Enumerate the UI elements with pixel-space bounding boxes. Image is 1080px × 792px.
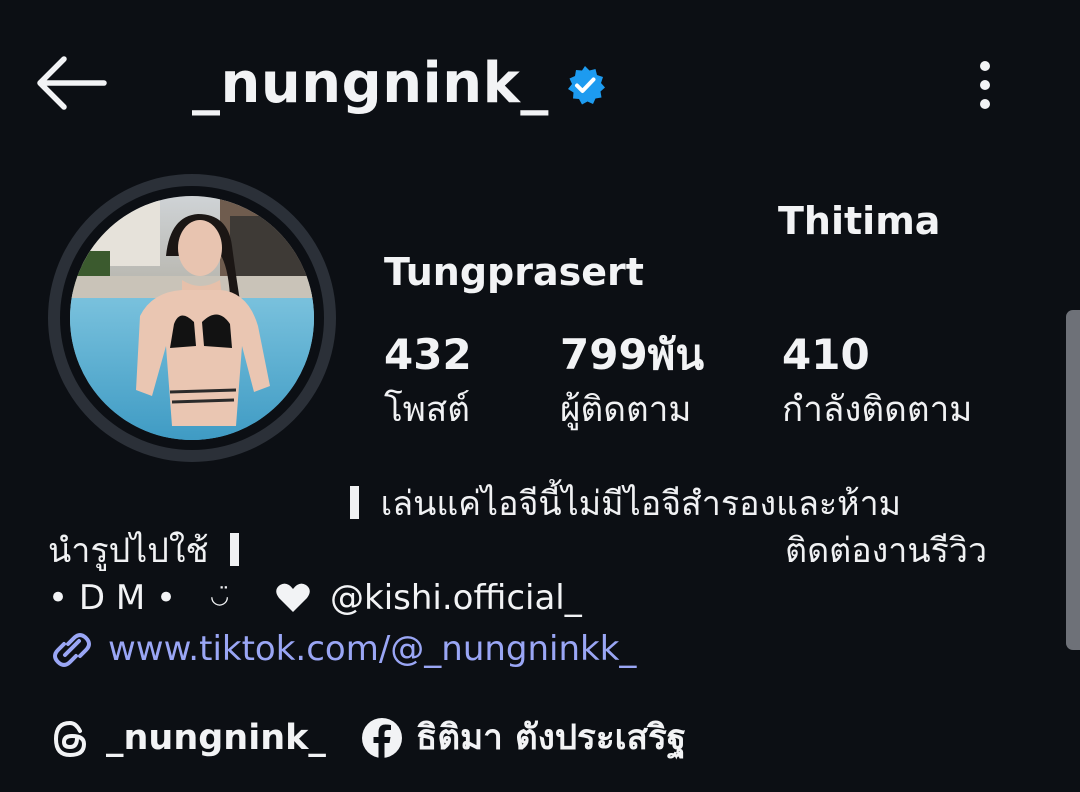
heart-icon [275, 582, 311, 614]
followers-count: 799พัน [560, 330, 705, 379]
full-name-first: Thitima [778, 199, 941, 243]
profile-avatar[interactable] [70, 196, 314, 440]
posts-label: โพสต์ [384, 390, 470, 430]
scrollbar[interactable] [1066, 310, 1080, 650]
facebook-icon[interactable] [360, 716, 404, 760]
following-count: 410 [782, 330, 870, 379]
posts-count: 432 [384, 330, 472, 379]
bio-line-2: นำรูปไปใช้ [48, 529, 240, 573]
followers-stat[interactable]: 799พัน ผู้ติดตาม [560, 330, 704, 432]
posts-stat[interactable]: 432 โพสต์ [384, 330, 472, 432]
bio-dm-text: • D M • [48, 578, 177, 618]
threads-handle[interactable]: _nungnink_ [106, 714, 326, 762]
more-options-button[interactable] [962, 56, 1008, 116]
following-label: กำลังติดตาม [782, 390, 973, 430]
external-link[interactable]: www.tiktok.com/@_nungninkk_ [108, 626, 636, 672]
bio-line-2b: ติดต่องานรีวิว [785, 531, 988, 571]
smile-glyph: ◡̈ [210, 584, 230, 609]
mention-link[interactable]: @kishi.official_ [330, 576, 582, 620]
profile-username: _nungnink_ [192, 51, 549, 116]
more-vertical-icon [980, 61, 990, 109]
facebook-name[interactable]: ธิติมา ตังประเสริฐ [416, 714, 686, 762]
bar-glyph [350, 486, 359, 519]
arrow-left-icon [37, 56, 107, 110]
verified-badge-icon [564, 64, 606, 106]
back-button[interactable] [34, 52, 110, 114]
full-name-last: Tungprasert [384, 250, 644, 294]
bar-glyph [230, 533, 240, 566]
followers-label: ผู้ติดตาม [560, 390, 692, 430]
following-stat[interactable]: 410 กำลังติดตาม [782, 330, 972, 432]
link-icon [50, 630, 94, 670]
bio-line-1: เล่นแค่ไอจีนี้ไม่มีไอจีสำรองและห้าม [350, 482, 901, 526]
threads-icon[interactable] [50, 718, 92, 760]
